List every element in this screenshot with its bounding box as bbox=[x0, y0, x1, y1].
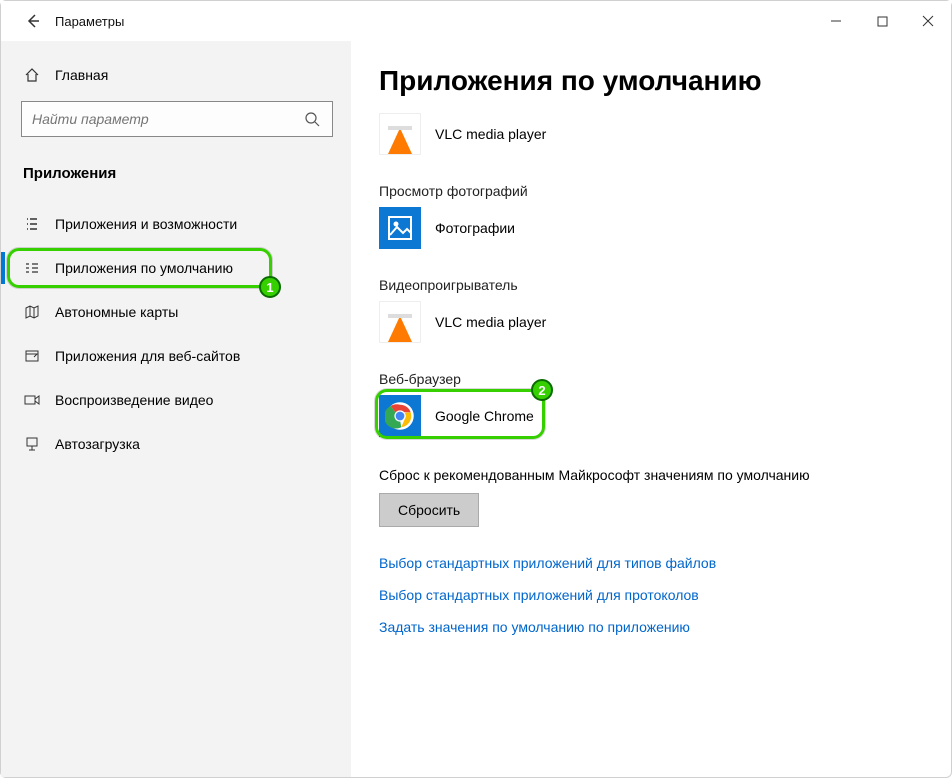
window-title: Параметры bbox=[55, 14, 124, 29]
sidebar-item-label: Приложения и возможности bbox=[55, 216, 237, 232]
page-heading: Приложения по умолчанию bbox=[379, 65, 923, 97]
link-by-app[interactable]: Задать значения по умолчанию по приложен… bbox=[379, 619, 923, 635]
sidebar-item-label: Приложения для веб-сайтов bbox=[55, 348, 240, 364]
startup-icon bbox=[23, 435, 41, 453]
reset-section: Сброс к рекомендованным Майкрософт значе… bbox=[379, 467, 923, 527]
sidebar-item-apps-for-websites[interactable]: Приложения для веб-сайтов bbox=[1, 334, 351, 378]
window-controls bbox=[813, 1, 951, 41]
chrome-icon bbox=[379, 395, 421, 437]
link-protocols[interactable]: Выбор стандартных приложений для протоко… bbox=[379, 587, 923, 603]
sidebar-item-apps-features[interactable]: Приложения и возможности bbox=[1, 202, 351, 246]
sidebar-home[interactable]: Главная bbox=[1, 61, 351, 101]
maximize-icon bbox=[877, 16, 888, 27]
default-app-row[interactable]: VLC media player bbox=[379, 109, 558, 159]
vlc-icon bbox=[379, 113, 421, 155]
vlc-icon bbox=[379, 301, 421, 343]
photos-icon bbox=[379, 207, 421, 249]
category-photos: Просмотр фотографий bbox=[379, 183, 923, 199]
close-button[interactable] bbox=[905, 1, 951, 41]
list-icon bbox=[23, 215, 41, 233]
close-icon bbox=[922, 15, 934, 27]
sidebar-item-label: Автономные карты bbox=[55, 304, 178, 320]
link-file-types[interactable]: Выбор стандартных приложений для типов ф… bbox=[379, 555, 923, 571]
links-section: Выбор стандартных приложений для типов ф… bbox=[379, 555, 923, 635]
default-app-row-browser[interactable]: Google Chrome bbox=[379, 391, 546, 441]
sidebar-item-offline-maps[interactable]: Автономные карты bbox=[1, 290, 351, 334]
sidebar-item-label: Автозагрузка bbox=[55, 436, 140, 452]
sidebar-item-label: Приложения по умолчанию bbox=[55, 260, 233, 276]
maximize-button[interactable] bbox=[859, 1, 905, 41]
default-app-name: VLC media player bbox=[435, 126, 546, 142]
sidebar-item-label: Воспроизведение видео bbox=[55, 392, 213, 408]
default-app-row[interactable]: Фотографии bbox=[379, 203, 527, 253]
video-icon bbox=[23, 391, 41, 409]
sidebar-home-label: Главная bbox=[55, 67, 108, 83]
reset-description: Сброс к рекомендованным Майкрософт значе… bbox=[379, 467, 923, 483]
sidebar-item-startup[interactable]: Автозагрузка bbox=[1, 422, 351, 466]
titlebar: Параметры bbox=[1, 1, 951, 41]
sidebar-item-video-playback[interactable]: Воспроизведение видео bbox=[1, 378, 351, 422]
default-app-row[interactable]: VLC media player bbox=[379, 297, 558, 347]
home-icon bbox=[23, 67, 41, 83]
search-icon bbox=[302, 111, 322, 127]
sidebar: Главная Приложения Приложения и возможно… bbox=[1, 41, 351, 777]
reset-button[interactable]: Сбросить bbox=[379, 493, 479, 527]
minimize-button[interactable] bbox=[813, 1, 859, 41]
default-app-name: Фотографии bbox=[435, 220, 515, 236]
defaults-icon bbox=[23, 259, 41, 277]
default-app-name: VLC media player bbox=[435, 314, 546, 330]
default-app-name: Google Chrome bbox=[435, 408, 534, 424]
minimize-icon bbox=[830, 15, 842, 27]
search-input[interactable] bbox=[32, 111, 302, 127]
search-box[interactable] bbox=[21, 101, 333, 137]
sidebar-item-default-apps[interactable]: Приложения по умолчанию bbox=[1, 246, 351, 290]
arrow-left-icon bbox=[25, 13, 41, 29]
category-video: Видеопроигрыватель bbox=[379, 277, 923, 293]
sidebar-section-title: Приложения bbox=[1, 159, 351, 202]
category-web-browser: Веб-браузер bbox=[379, 371, 923, 387]
main-panel: Приложения по умолчанию VLC media player… bbox=[351, 41, 951, 777]
website-apps-icon bbox=[23, 347, 41, 365]
back-button[interactable] bbox=[19, 7, 47, 35]
map-icon bbox=[23, 303, 41, 321]
